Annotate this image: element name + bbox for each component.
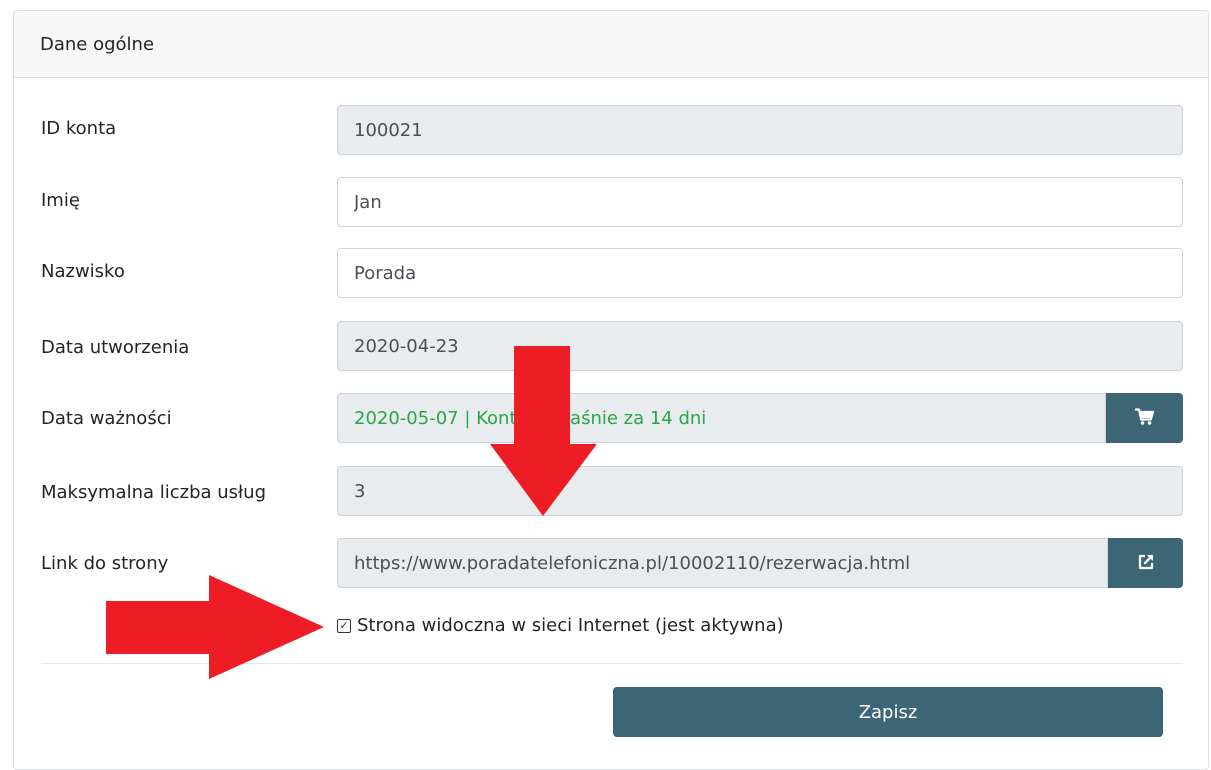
expiry-date-label: Data ważności [41,408,172,429]
site-link-label: Link do strony [41,553,169,574]
last-name-label: Nazwisko [41,261,125,282]
right-arrow-annotation [106,575,324,679]
max-services-label: Maksymalna liczba usług [41,482,266,503]
site-visible-checkbox-row[interactable]: ✓ Strona widoczna w sieci Internet (jest… [337,615,784,636]
card-title: Dane ogólne [40,33,155,55]
site-visible-checkbox[interactable]: ✓ [337,618,351,633]
expiry-date-field[interactable] [337,393,1106,443]
created-date-label: Data utworzenia [41,337,190,358]
down-arrow-annotation [490,346,597,516]
open-site-button[interactable] [1108,538,1183,588]
buy-extension-button[interactable] [1106,393,1183,443]
shopping-cart-icon [1134,407,1155,429]
account-id-label: ID konta [41,118,117,139]
first-name-field[interactable] [337,177,1183,227]
save-button[interactable]: Zapisz [613,687,1163,737]
account-id-field[interactable] [337,105,1183,155]
last-name-field[interactable] [337,248,1183,298]
max-services-field[interactable] [337,466,1183,516]
site-link-field[interactable] [337,538,1108,588]
card-header: Dane ogólne [14,11,1208,78]
site-visible-label: Strona widoczna w sieci Internet (jest a… [357,615,784,636]
first-name-label: Imię [41,190,80,211]
external-link-icon [1137,553,1155,574]
created-date-field[interactable] [337,321,1183,371]
